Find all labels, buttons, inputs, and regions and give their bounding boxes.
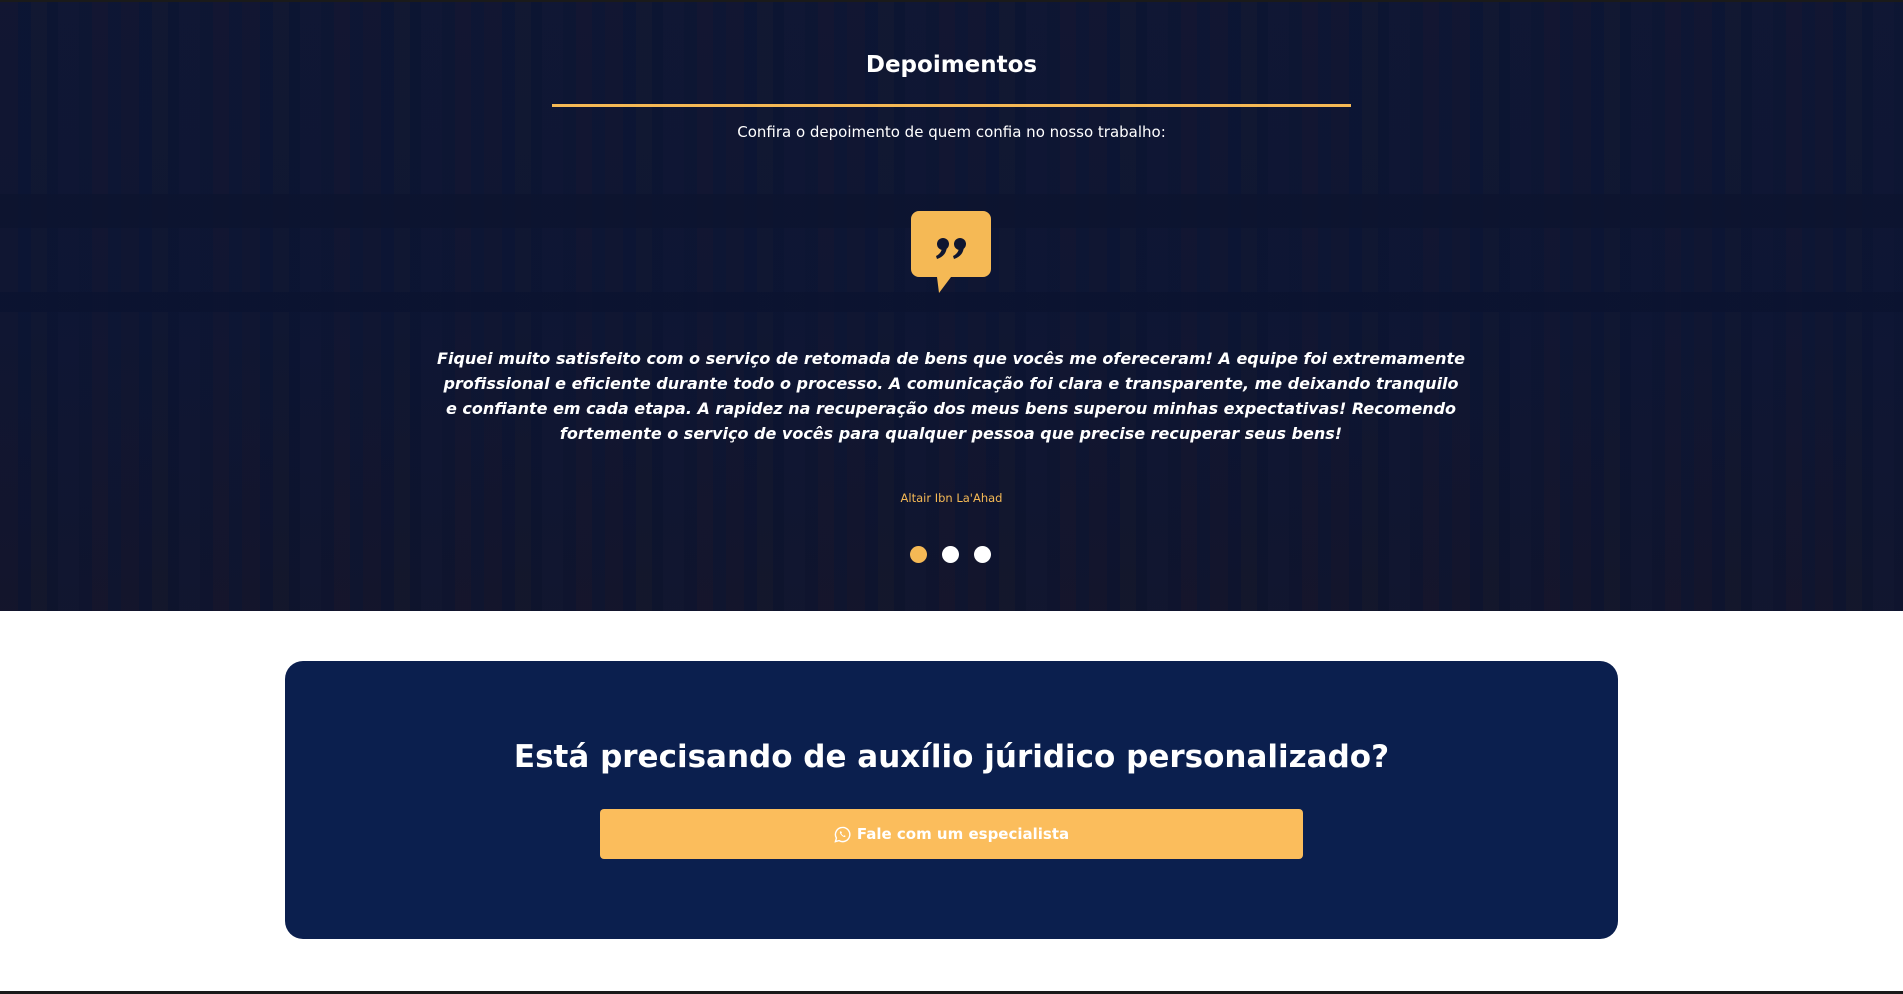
- cta-card: Está precisando de auxílio júridico pers…: [285, 661, 1618, 939]
- contact-specialist-label: Fale com um especialista: [856, 825, 1070, 843]
- carousel-pagination: [910, 546, 991, 564]
- carousel-dot-1[interactable]: [910, 546, 927, 563]
- testimonial-text: Fiquei muito satisfeito com o serviço de…: [437, 349, 1465, 443]
- cta-title: Está precisando de auxílio júridico pers…: [513, 739, 1390, 775]
- contact-specialist-button[interactable]: Fale com um especialista: [600, 809, 1303, 859]
- testimonials-section: Depoimentos Confira o depoimento de quem…: [0, 2, 1903, 611]
- section-title: Depoimentos: [865, 52, 1038, 78]
- title-divider: [552, 104, 1351, 107]
- quote-bubble-icon: [911, 211, 991, 293]
- whatsapp-icon: [834, 826, 851, 843]
- testimonials-content: Depoimentos Confira o depoimento de quem…: [0, 2, 1903, 611]
- carousel-dot-3[interactable]: [974, 546, 991, 563]
- section-subtitle: Confira o depoimento de quem confia no n…: [737, 123, 1166, 141]
- carousel-dot-2[interactable]: [942, 546, 959, 563]
- testimonial-author: Altair Ibn La'Ahad: [900, 491, 1003, 505]
